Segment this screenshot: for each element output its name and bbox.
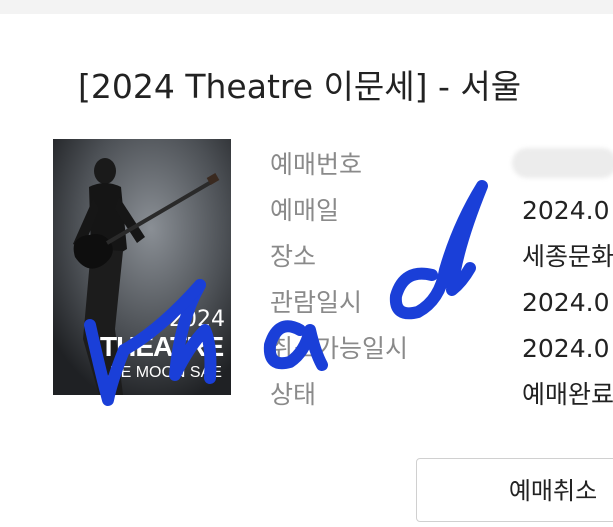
poster-show-name: THEATRE (100, 331, 224, 362)
value-cancel-deadline: 2024.0 (522, 334, 610, 363)
detail-values: 2024.0 세종문화 2024.0 2024.0 예매완료 (512, 142, 613, 418)
poster-artist: LEE MOON SAE (101, 364, 222, 381)
redacted-booking-number (512, 148, 613, 178)
poster-year: 2024 (169, 307, 225, 332)
label-venue: 장소 (270, 242, 317, 271)
cancel-booking-button[interactable]: 예매취소 (416, 458, 613, 522)
detail-labels: 예매번호 예매일 장소 관람일시 취소가능일시 상태 (270, 142, 408, 418)
value-booking-date: 2024.0 (522, 196, 610, 225)
value-show-datetime: 2024.0 (522, 288, 610, 317)
value-venue: 세종문화 (522, 242, 613, 271)
label-booking-number: 예매번호 (270, 150, 363, 179)
concert-poster[interactable]: 2024 THEATRE LEE MOON SAE (53, 139, 231, 395)
value-booking-number (512, 142, 613, 188)
label-status: 상태 (270, 380, 317, 409)
top-divider (0, 0, 613, 14)
label-show-datetime: 관람일시 (270, 288, 363, 317)
value-status: 예매완료 (522, 380, 613, 409)
page-title: [2024 Theatre 이문세] - 서울 (78, 67, 522, 106)
label-cancel-deadline: 취소가능일시 (270, 334, 409, 363)
label-booking-date: 예매일 (270, 196, 340, 225)
